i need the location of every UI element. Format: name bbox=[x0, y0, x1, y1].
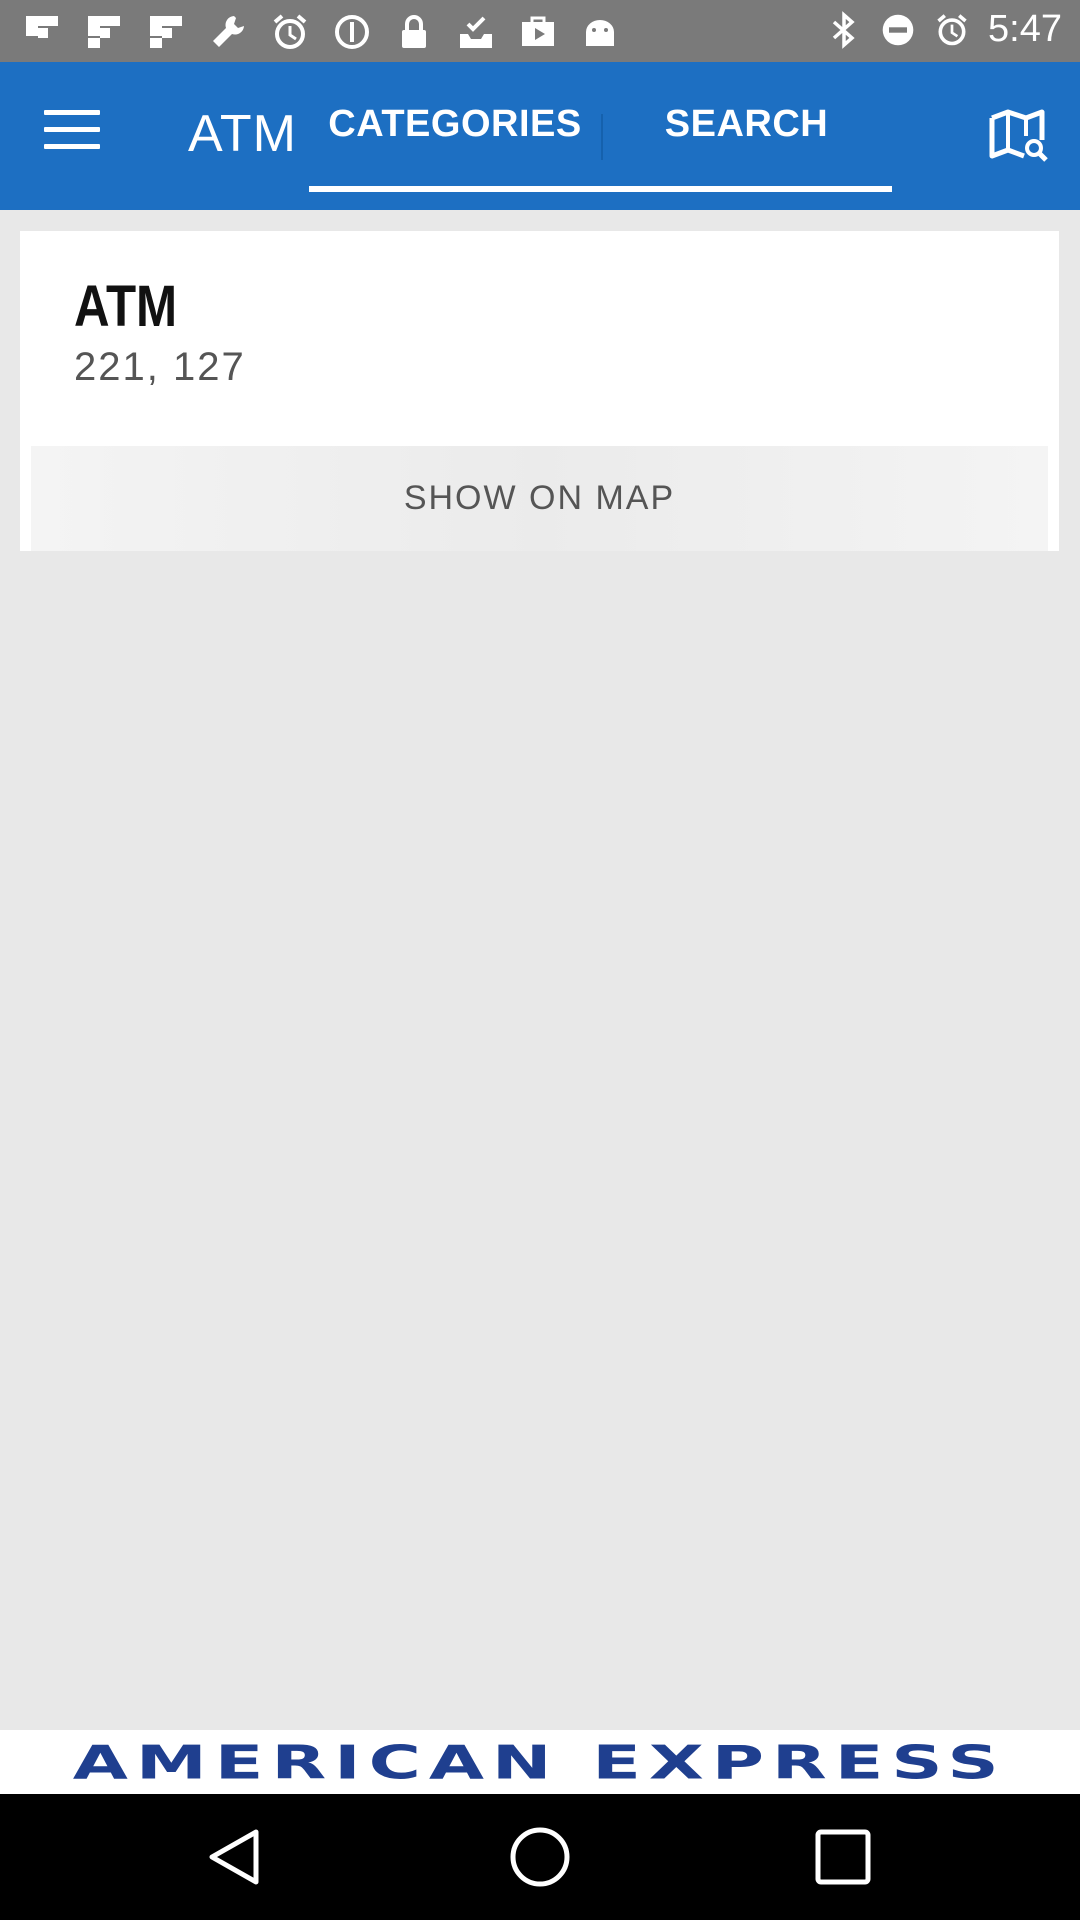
flipboard-icon bbox=[88, 16, 120, 48]
bluetooth-icon bbox=[832, 10, 855, 49]
notification-icons bbox=[22, 12, 620, 52]
app-title: ATM bbox=[188, 105, 297, 163]
tab-label: SEARCH bbox=[664, 102, 829, 145]
alarm-icon bbox=[273, 14, 307, 49]
menu-icon[interactable] bbox=[44, 110, 100, 158]
flipboard-icon bbox=[26, 16, 58, 38]
flipboard-icon bbox=[150, 16, 182, 48]
result-subtitle: 221, 127 bbox=[74, 345, 246, 389]
do-not-disturb-icon bbox=[882, 14, 914, 45]
android-icon bbox=[586, 20, 614, 46]
ad-logo-text: AMERICAN EXPRESS bbox=[73, 1734, 1007, 1790]
alarm-icon bbox=[937, 13, 967, 45]
result-card: ATM 221, 127 SHOW ON MAP bbox=[20, 231, 1059, 551]
home-icon[interactable] bbox=[507, 1824, 573, 1890]
tab-label: CATEGORIES bbox=[328, 102, 582, 145]
show-on-map-label: SHOW ON MAP bbox=[403, 479, 676, 517]
blocked-icon bbox=[335, 15, 369, 49]
wrench-icon bbox=[213, 16, 244, 47]
map-search-icon[interactable] bbox=[988, 108, 1050, 164]
back-icon[interactable] bbox=[204, 1824, 270, 1890]
clock: 5:47 bbox=[988, 8, 1062, 50]
ad-banner[interactable]: AMERICAN EXPRESS bbox=[0, 1730, 1080, 1794]
app-bar: ATM CATEGORIES SEARCH bbox=[0, 62, 1080, 210]
tab-search[interactable]: SEARCH bbox=[601, 62, 892, 192]
status-bar: 5:47 bbox=[0, 0, 1080, 62]
tab-categories[interactable]: CATEGORIES bbox=[309, 62, 601, 192]
lock-icon bbox=[402, 15, 426, 48]
show-on-map-button[interactable]: SHOW ON MAP bbox=[31, 446, 1048, 551]
navigation-bar bbox=[0, 1794, 1080, 1920]
play-store-icon bbox=[522, 16, 554, 46]
recents-icon[interactable] bbox=[810, 1824, 876, 1890]
status-right: 5:47 bbox=[826, 8, 1062, 51]
result-title: ATM bbox=[74, 274, 178, 339]
tray-check-icon bbox=[460, 16, 492, 48]
